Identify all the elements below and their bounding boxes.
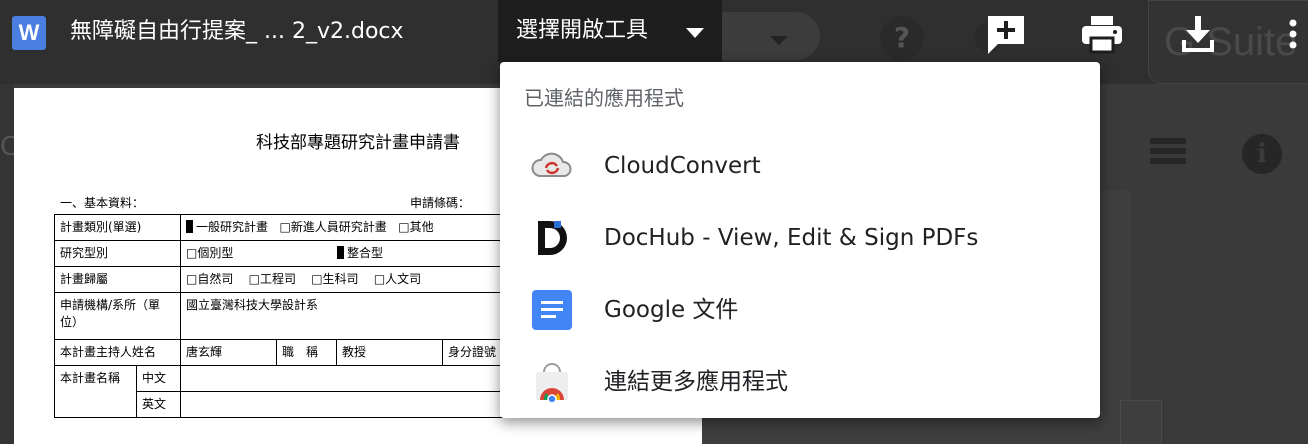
option-text: 一般研究計畫 — [196, 220, 269, 234]
table-cell: 研究型別 — [54, 240, 181, 267]
option-text: □其他 — [398, 220, 434, 234]
option-text: 整合型 — [347, 246, 384, 260]
download-icon[interactable] — [1176, 12, 1220, 56]
menu-item-cloudconvert[interactable]: CloudConvert — [500, 130, 1100, 202]
menu-item-label: Google 文件 — [604, 297, 739, 323]
dochub-icon — [530, 218, 574, 258]
more-options-icon[interactable] — [1276, 12, 1306, 56]
table-cell: 計畫歸屬 — [54, 266, 181, 293]
menu-item-label: 連結更多應用程式 — [604, 369, 788, 395]
checked-box-icon — [186, 220, 193, 233]
option-text: □新進人員研究計畫 — [279, 220, 387, 234]
word-file-icon: W — [12, 16, 46, 50]
table-cell: 計畫類別(單選) — [54, 214, 181, 241]
table-cell: 中文 — [136, 365, 181, 392]
add-comment-icon[interactable] — [984, 12, 1028, 56]
table-cell: 本計畫名稱 — [54, 365, 137, 418]
open-with-button[interactable]: 選擇開啟工具 — [498, 0, 722, 62]
google-docs-icon — [530, 290, 574, 330]
option-text: □工程司 — [248, 272, 296, 286]
file-title: 無障礙自由行提案_ ... 2_v2.docx — [70, 19, 404, 44]
menu-item-label: DocHub - View, Edit & Sign PDFs — [604, 225, 979, 251]
open-with-menu: 已連結的應用程式 CloudConvert DocHub - View, Edi… — [500, 62, 1100, 418]
table-cell: 唐玄輝 — [180, 339, 277, 366]
print-icon[interactable] — [1080, 12, 1124, 56]
table-cell: 本計畫主持人姓名 — [54, 339, 181, 366]
connected-apps-heading: 已連結的應用程式 — [524, 86, 684, 110]
checked-box-icon — [337, 246, 344, 259]
cloudconvert-icon — [530, 146, 574, 186]
background-list-view-icon — [1150, 138, 1186, 166]
table-cell: 職 稱 — [276, 339, 337, 366]
menu-item-google-docs[interactable]: Google 文件 — [500, 274, 1100, 346]
option-text: □人文司 — [373, 272, 422, 286]
option-text: □個別型 — [186, 246, 234, 260]
document-section-heading: 一、基本資料： — [60, 196, 145, 210]
menu-item-connect-more-apps[interactable]: 連結更多應用程式 — [500, 346, 1100, 418]
table-cell: 教授 — [336, 339, 443, 366]
chrome-web-store-icon — [530, 362, 574, 404]
option-text: □生科司 — [311, 272, 359, 286]
background-file-thumbnail-2 — [1120, 400, 1162, 444]
menu-item-dochub[interactable]: DocHub - View, Edit & Sign PDFs — [500, 202, 1100, 274]
menu-item-label: CloudConvert — [604, 153, 761, 179]
open-with-label: 選擇開啟工具 — [516, 18, 649, 43]
document-barcode-label: 申請條碼： — [410, 196, 471, 210]
viewer-header: W 無障礙自由行提案_ ... 2_v2.docx 選擇開啟工具 — [0, 0, 1308, 62]
table-cell: 申請機構/系所（單位） — [54, 292, 181, 340]
table-cell: 英文 — [136, 391, 181, 418]
option-text: □自然司 — [186, 272, 234, 286]
background-info-icon: i — [1242, 134, 1282, 174]
caret-down-icon — [686, 28, 704, 38]
drive-file-viewer: ? G Suite C i 科技部專題研究計畫申請書 一、基本資料： 申請條碼：… — [0, 0, 1308, 444]
